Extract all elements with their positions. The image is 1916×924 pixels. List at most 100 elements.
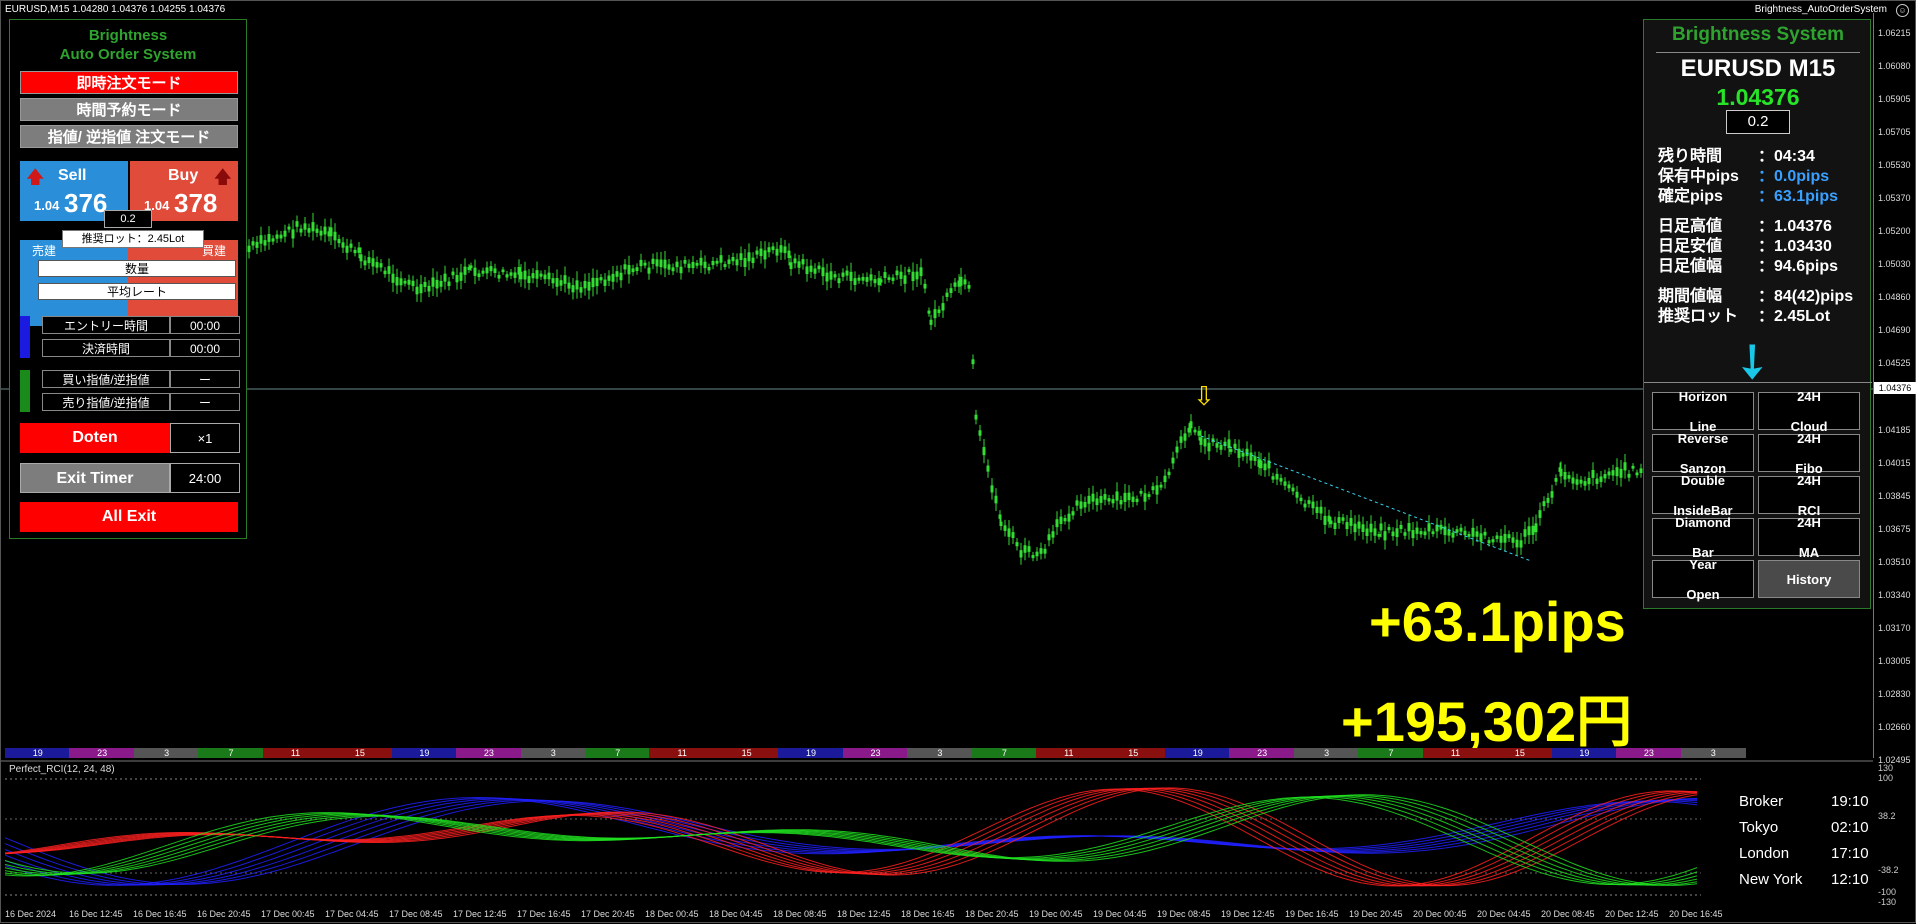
candle-body	[399, 278, 403, 286]
candle-body	[563, 275, 567, 284]
buy-limit-input[interactable]: ー	[170, 370, 240, 388]
candle-body	[1579, 479, 1583, 484]
exit-time-input[interactable]: 00:00	[170, 339, 240, 357]
all-exit-button[interactable]: All Exit	[20, 502, 238, 532]
candle-body	[647, 267, 651, 274]
button-label: 24H	[1797, 514, 1821, 530]
candle-body	[1383, 531, 1387, 541]
candle-body	[1275, 473, 1279, 480]
price-chart[interactable]: ⇩13010038.2-38.2-100-130	[1, 1, 1916, 924]
time-axis-label: 18 Dec 00:45	[645, 909, 699, 919]
candle-body	[1369, 523, 1373, 533]
candle-body	[667, 264, 671, 270]
candle-body	[1407, 523, 1411, 532]
candle-body	[1193, 429, 1197, 433]
candle-body	[535, 270, 539, 279]
chart-window[interactable]: ⇩ 130 100 38.2 -38.2 -100 -130 EURUSD,M15 1.04…	[0, 0, 1916, 923]
candle-body	[1171, 457, 1175, 464]
info-panel-title: Brightness System	[1671, 24, 1845, 45]
candle-body	[337, 238, 341, 244]
candle-body	[575, 280, 579, 290]
candle-body	[887, 277, 891, 280]
time-axis-label: 19 Dec 00:45	[1029, 909, 1083, 919]
time-section-bar	[20, 316, 30, 358]
sell-limit-input[interactable]: ー	[170, 393, 240, 411]
diamond-bar-button[interactable]: Diamond Bar	[1652, 515, 1754, 560]
candle-body	[1237, 448, 1241, 458]
exit-timer-button[interactable]: Exit Timer	[20, 463, 170, 493]
candle-body	[1587, 477, 1591, 485]
average-rate-field[interactable]: 平均レート	[38, 283, 236, 300]
candle-body	[1151, 486, 1155, 491]
session-segment: 15	[327, 748, 393, 758]
candle-body	[895, 270, 899, 276]
candle-body	[283, 230, 287, 237]
panel-title-system: Auto Order System	[59, 46, 197, 63]
candle-body	[411, 280, 415, 287]
candle-body	[1377, 534, 1381, 537]
clock-row: London 17:10	[1739, 845, 1869, 862]
price-axis-label: 1.04015	[1878, 457, 1911, 468]
cloud-24h-button[interactable]: 24H Cloud	[1758, 389, 1860, 434]
candle-body	[1373, 528, 1377, 536]
limit-order-mode-button[interactable]: 指値/ 逆指値 注文モード	[20, 125, 238, 148]
candle-body	[1259, 460, 1263, 469]
candle-body	[1341, 517, 1345, 521]
candle-body	[915, 271, 919, 280]
current-price-tag: 1.04376	[1874, 382, 1916, 394]
candle-body	[1491, 539, 1495, 543]
candle-body	[307, 228, 311, 233]
session-segment: 19	[5, 748, 71, 758]
candle-body	[1167, 471, 1171, 476]
candle-body	[1111, 499, 1115, 504]
instant-order-mode-button[interactable]: 即時注文モード	[20, 71, 238, 94]
doten-multiplier[interactable]: ×1	[170, 423, 240, 453]
lot-input[interactable]: 0.2	[104, 210, 152, 228]
candle-body	[631, 268, 635, 273]
candle-body	[891, 277, 895, 281]
horizon-line-button[interactable]: Horizon Line	[1652, 388, 1754, 434]
button-label: Double	[1680, 472, 1726, 488]
candle-body	[1607, 471, 1611, 476]
candle-body	[1467, 534, 1471, 537]
candle-body	[291, 229, 295, 239]
candle-body	[1333, 522, 1337, 530]
candle-body	[1550, 491, 1554, 498]
buy-price: 378	[174, 188, 218, 218]
quantity-field[interactable]: 数量	[38, 260, 236, 277]
candle-body	[739, 253, 743, 261]
candle-body	[1083, 501, 1087, 508]
time-axis-label: 17 Dec 04:45	[325, 909, 379, 919]
entry-time-input[interactable]: 00:00	[170, 316, 240, 334]
candle-body	[663, 259, 667, 269]
candle-body	[1127, 492, 1131, 501]
history-button[interactable]: History	[1758, 560, 1860, 598]
time-axis-label: 16 Dec 12:45	[69, 909, 123, 919]
candle-body	[463, 266, 467, 275]
exit-timer-value[interactable]: 24:00	[170, 463, 240, 493]
double-insidebar-button[interactable]: Double InsideBar	[1652, 472, 1754, 518]
session-segment: 15	[713, 748, 780, 758]
candle-body	[837, 278, 841, 284]
sell-tag: 売建	[32, 244, 57, 258]
candle-body	[675, 261, 679, 268]
info-key: 推奨ロット	[1658, 308, 1739, 325]
reverse-sanzon-button[interactable]: Reverse Sanzon	[1652, 431, 1754, 476]
candle-body	[755, 250, 759, 255]
time-order-mode-button[interactable]: 時間予約モード	[20, 98, 238, 121]
fibo-24h-button[interactable]: 24H Fibo	[1758, 431, 1860, 476]
ma-24h-button[interactable]: 24H MA	[1758, 514, 1860, 560]
rci-24h-button[interactable]: 24H RCI	[1758, 473, 1860, 518]
button-label: Horizon	[1678, 388, 1728, 404]
doten-button[interactable]: Doten	[20, 423, 170, 453]
session-segment: 23	[69, 748, 135, 758]
current-price: 1.04376	[1716, 84, 1800, 110]
time-axis[interactable]: 16 Dec 2024 16 Dec 12:45 16 Dec 16:45 16 De…	[1, 905, 1873, 924]
price-axis-label: 1.05030	[1878, 259, 1911, 270]
session-segment: 7	[585, 748, 651, 758]
time-axis-label: 16 Dec 2024	[5, 909, 57, 919]
candle-body	[865, 277, 869, 282]
candle-body	[751, 257, 755, 264]
year-open-button[interactable]: Year Open	[1652, 557, 1754, 602]
candle-body	[845, 270, 849, 276]
